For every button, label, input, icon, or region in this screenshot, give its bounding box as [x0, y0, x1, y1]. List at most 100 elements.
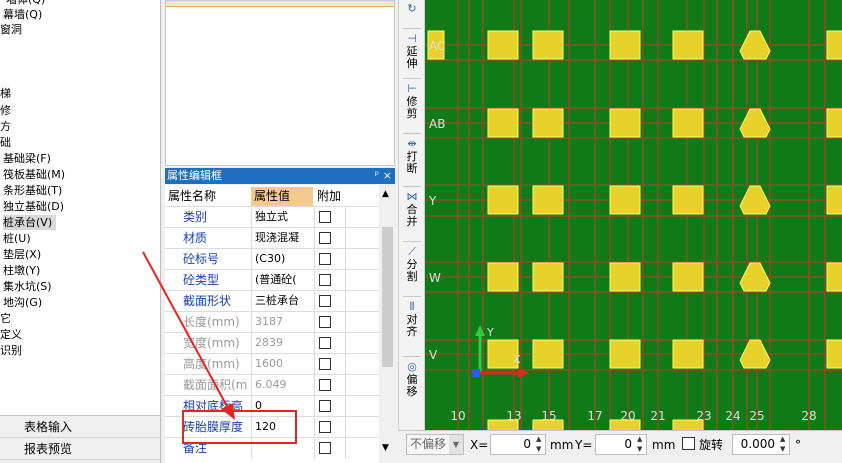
pile-cap-rect	[826, 30, 842, 60]
property-value[interactable]: (C30)	[251, 249, 313, 270]
header-property-name: 属性名称	[168, 189, 217, 203]
property-value[interactable]: 现浇混凝	[251, 228, 313, 249]
extra-checkbox[interactable]	[319, 400, 331, 412]
property-row[interactable]: 长度(mm) 3187	[165, 311, 379, 333]
break-label: 打断	[399, 151, 425, 175]
property-scrollbar[interactable]: ▲ ▼	[379, 185, 395, 463]
pile-cap-rect	[487, 185, 519, 215]
extra-checkbox[interactable]	[319, 358, 331, 370]
extra-checkbox[interactable]	[319, 337, 331, 349]
tree-item[interactable]: 梯	[0, 86, 11, 101]
status-bar: 不偏移 ▼ X= 0 ▲ ▼ mm Y= 0 ▲ ▼ mm 旋转 0.000 ▲ ▼ …	[398, 430, 842, 463]
tree-item[interactable]: 桩(U)	[3, 231, 31, 246]
extra-checkbox[interactable]	[319, 295, 331, 307]
property-row[interactable]: 砼类型 (普通砼(	[165, 269, 379, 291]
tree-item[interactable]: 修	[0, 103, 11, 118]
property-name: 高度(mm)	[183, 357, 240, 371]
tree-item[interactable]: 地沟(G)	[3, 295, 42, 310]
pile-cap-rect	[609, 339, 641, 369]
refresh-button[interactable]: ↻	[399, 2, 425, 16]
property-value[interactable]: (普通砼(	[251, 270, 313, 291]
extra-checkbox[interactable]	[319, 253, 331, 265]
property-row[interactable]: 截面形状 三桩承台	[165, 290, 379, 312]
extra-cell	[314, 270, 346, 291]
extra-checkbox[interactable]	[319, 442, 331, 454]
tree-item[interactable]: 集水坑(S)	[3, 279, 52, 294]
property-row[interactable]: 材质 现浇混凝	[165, 227, 379, 249]
offset-button[interactable]: ◎ 偏移	[399, 360, 425, 398]
trim-button[interactable]: ⊢ 修剪	[399, 82, 425, 120]
tree-item[interactable]: 幕墙(Q)	[3, 7, 42, 22]
pile-cap-rect	[672, 185, 704, 215]
drawing-svg[interactable]: ACABYWV10 13 15 17 20 21 23 24 25 28YX	[425, 0, 842, 430]
property-row[interactable]: 高度(mm) 1600	[165, 353, 379, 375]
y-spinner-icon[interactable]: ▲ ▼	[637, 434, 646, 454]
pile-cap-rect	[826, 185, 842, 215]
property-row[interactable]: 宽度(mm) 2839	[165, 332, 379, 354]
pile-cap-rect	[487, 108, 519, 138]
scroll-down-icon[interactable]: ▼	[382, 443, 389, 453]
property-row[interactable]: 类别 独立式	[165, 206, 379, 228]
chevron-down-icon[interactable]: ▼	[449, 435, 463, 454]
extend-button[interactable]: ⊣ 延伸	[399, 32, 425, 70]
tree-item[interactable]: 识别	[0, 343, 22, 358]
merge-button[interactable]: ⋈ 合并	[399, 190, 425, 228]
column-axis-label: 28	[801, 409, 816, 423]
tree-item[interactable]: 定义	[0, 327, 22, 342]
scroll-up-icon[interactable]: ▲	[382, 189, 389, 199]
extra-checkbox[interactable]	[319, 274, 331, 286]
tree-item[interactable]: 窗洞	[0, 22, 22, 37]
property-value[interactable]: 三桩承台	[251, 291, 313, 312]
tree-item[interactable]: 它	[0, 311, 11, 326]
offset-icon: ◎	[407, 360, 417, 373]
pile-cap-rect	[826, 339, 842, 369]
split-label: 分割	[399, 259, 425, 283]
rotate-checkbox[interactable]	[682, 437, 695, 450]
tree-item[interactable]: 垫层(X)	[3, 247, 41, 262]
x-spinner-icon[interactable]: ▲ ▼	[536, 434, 545, 454]
scroll-thumb[interactable]	[382, 227, 393, 367]
tree-item[interactable]: 方	[0, 119, 11, 134]
extra-checkbox[interactable]	[319, 421, 331, 433]
extra-checkbox[interactable]	[319, 316, 331, 328]
property-row[interactable]: 截面面积(m 6.049	[165, 374, 379, 396]
tree-item[interactable]: 柱墩(Y)	[3, 263, 40, 278]
rotate-spinner-icon[interactable]: ▲ ▼	[780, 434, 789, 454]
tree-item[interactable]: 独立基础(D)	[3, 199, 64, 214]
offset-mode-select[interactable]: 不偏移 ▼	[406, 434, 464, 455]
property-value[interactable]: 6.049	[251, 375, 313, 396]
pile-cap-rect	[672, 262, 704, 292]
break-button[interactable]: ⇹ 打断	[399, 137, 425, 175]
split-button[interactable]: ⟋ 分割	[399, 245, 425, 283]
extra-checkbox[interactable]	[319, 379, 331, 391]
align-label-char: 齐	[406, 325, 418, 338]
component-list	[165, 0, 395, 166]
close-icon[interactable]: ×	[383, 168, 392, 184]
property-value[interactable]: 独立式	[251, 207, 313, 228]
extra-cell	[314, 312, 346, 333]
tree-item[interactable]: 础	[0, 135, 11, 150]
tree-item[interactable]: 墙体(Q)	[6, 0, 45, 7]
extra-checkbox[interactable]	[319, 211, 331, 223]
table-input-button[interactable]: 表格输入	[0, 416, 160, 438]
column-axis-label: 10	[450, 409, 465, 423]
selected-component-row[interactable]	[166, 1, 394, 7]
align-button[interactable]: ⫴ 对齐	[399, 300, 425, 338]
tree-item[interactable]: 基础梁(F)	[3, 151, 51, 166]
tree-item[interactable]: 条形基础(T)	[3, 183, 62, 198]
property-value[interactable]: 3187	[251, 312, 313, 333]
tree-item[interactable]: 桩承台(V)	[3, 215, 57, 230]
property-value[interactable]: 1600	[251, 354, 313, 375]
property-value[interactable]: 2839	[251, 333, 313, 354]
tree-item[interactable]: 筏板基础(M)	[3, 167, 65, 182]
pile-cap-triangle	[739, 185, 771, 215]
property-name: 截面形状	[183, 294, 232, 308]
report-preview-button[interactable]: 报表预览	[0, 438, 160, 460]
drawing-canvas[interactable]: AC AB Y W V 10 13 15 17 20 21 23 24 25 28 Y X	[425, 0, 842, 430]
extra-checkbox[interactable]	[319, 232, 331, 244]
extra-cell	[314, 417, 346, 438]
x-label: X=	[470, 438, 489, 452]
extra-cell	[314, 228, 346, 249]
pin-icon[interactable]: ᵖ	[375, 168, 379, 184]
property-row[interactable]: 砼标号 (C30)	[165, 248, 379, 270]
